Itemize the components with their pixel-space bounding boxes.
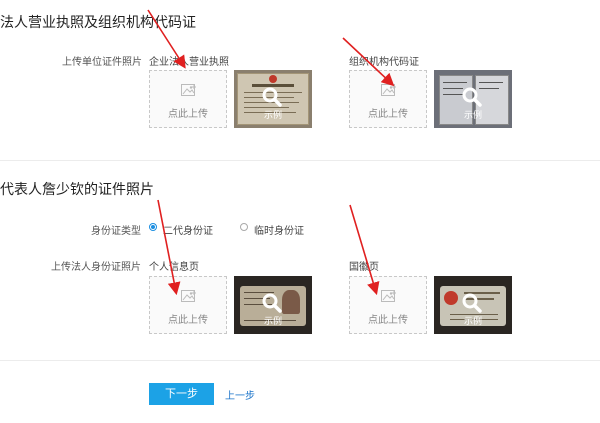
sample-label: 示例	[463, 317, 482, 327]
national-emblem-page-label: 国徽页	[349, 262, 379, 273]
personal-info-upload-box[interactable]: 点此上传	[149, 276, 227, 334]
sample-label: 示例	[263, 111, 282, 121]
upload-text: 点此上传	[368, 109, 408, 120]
image-upload-icon	[181, 84, 196, 96]
magnifier-icon	[462, 87, 482, 107]
footer-divider	[0, 360, 600, 361]
org-code-cert-label: 组织机构代码证	[349, 57, 419, 68]
section-divider	[0, 160, 600, 161]
image-upload-icon	[381, 84, 396, 96]
personal-info-page-label: 个人信息页	[149, 262, 199, 273]
id-type-radio-second-gen[interactable]	[149, 223, 157, 231]
section1-title: 法人营业执照及组织机构代码证	[0, 15, 196, 31]
upload-text: 点此上传	[168, 109, 208, 120]
national-emblem-sample[interactable]: 示例	[434, 276, 512, 334]
id-type-radio-temporary[interactable]	[240, 223, 248, 231]
image-upload-icon	[181, 290, 196, 302]
national-emblem-upload-box[interactable]: 点此上传	[349, 276, 427, 334]
next-step-button[interactable]: 下一步	[149, 383, 214, 405]
sample-label: 示例	[463, 111, 482, 121]
sample-label: 示例	[263, 317, 282, 327]
personal-info-sample[interactable]: 示例	[234, 276, 312, 334]
org-code-sample[interactable]: 示例	[434, 70, 512, 128]
upload-text: 点此上传	[168, 315, 208, 326]
image-upload-icon	[381, 290, 396, 302]
magnifier-icon	[262, 87, 282, 107]
upload-text: 点此上传	[368, 315, 408, 326]
id-type-option-second-gen[interactable]: 二代身份证	[163, 222, 213, 237]
magnifier-icon	[262, 293, 282, 313]
upload-unit-cert-label: 上传单位证件照片	[62, 57, 142, 68]
business-license-sample[interactable]: 示例	[234, 70, 312, 128]
business-license-label: 企业法人营业执照	[149, 57, 229, 68]
section2-title: 代表人詹少钦的证件照片	[0, 182, 154, 198]
previous-step-link[interactable]: 上一步	[225, 387, 255, 402]
upload-legal-id-label: 上传法人身份证照片	[51, 262, 141, 273]
id-type-option-temporary[interactable]: 临时身份证	[254, 222, 304, 237]
org-code-upload-box[interactable]: 点此上传	[349, 70, 427, 128]
business-license-upload-box[interactable]: 点此上传	[149, 70, 227, 128]
id-type-label: 身份证类型	[91, 226, 141, 237]
magnifier-icon	[462, 293, 482, 313]
